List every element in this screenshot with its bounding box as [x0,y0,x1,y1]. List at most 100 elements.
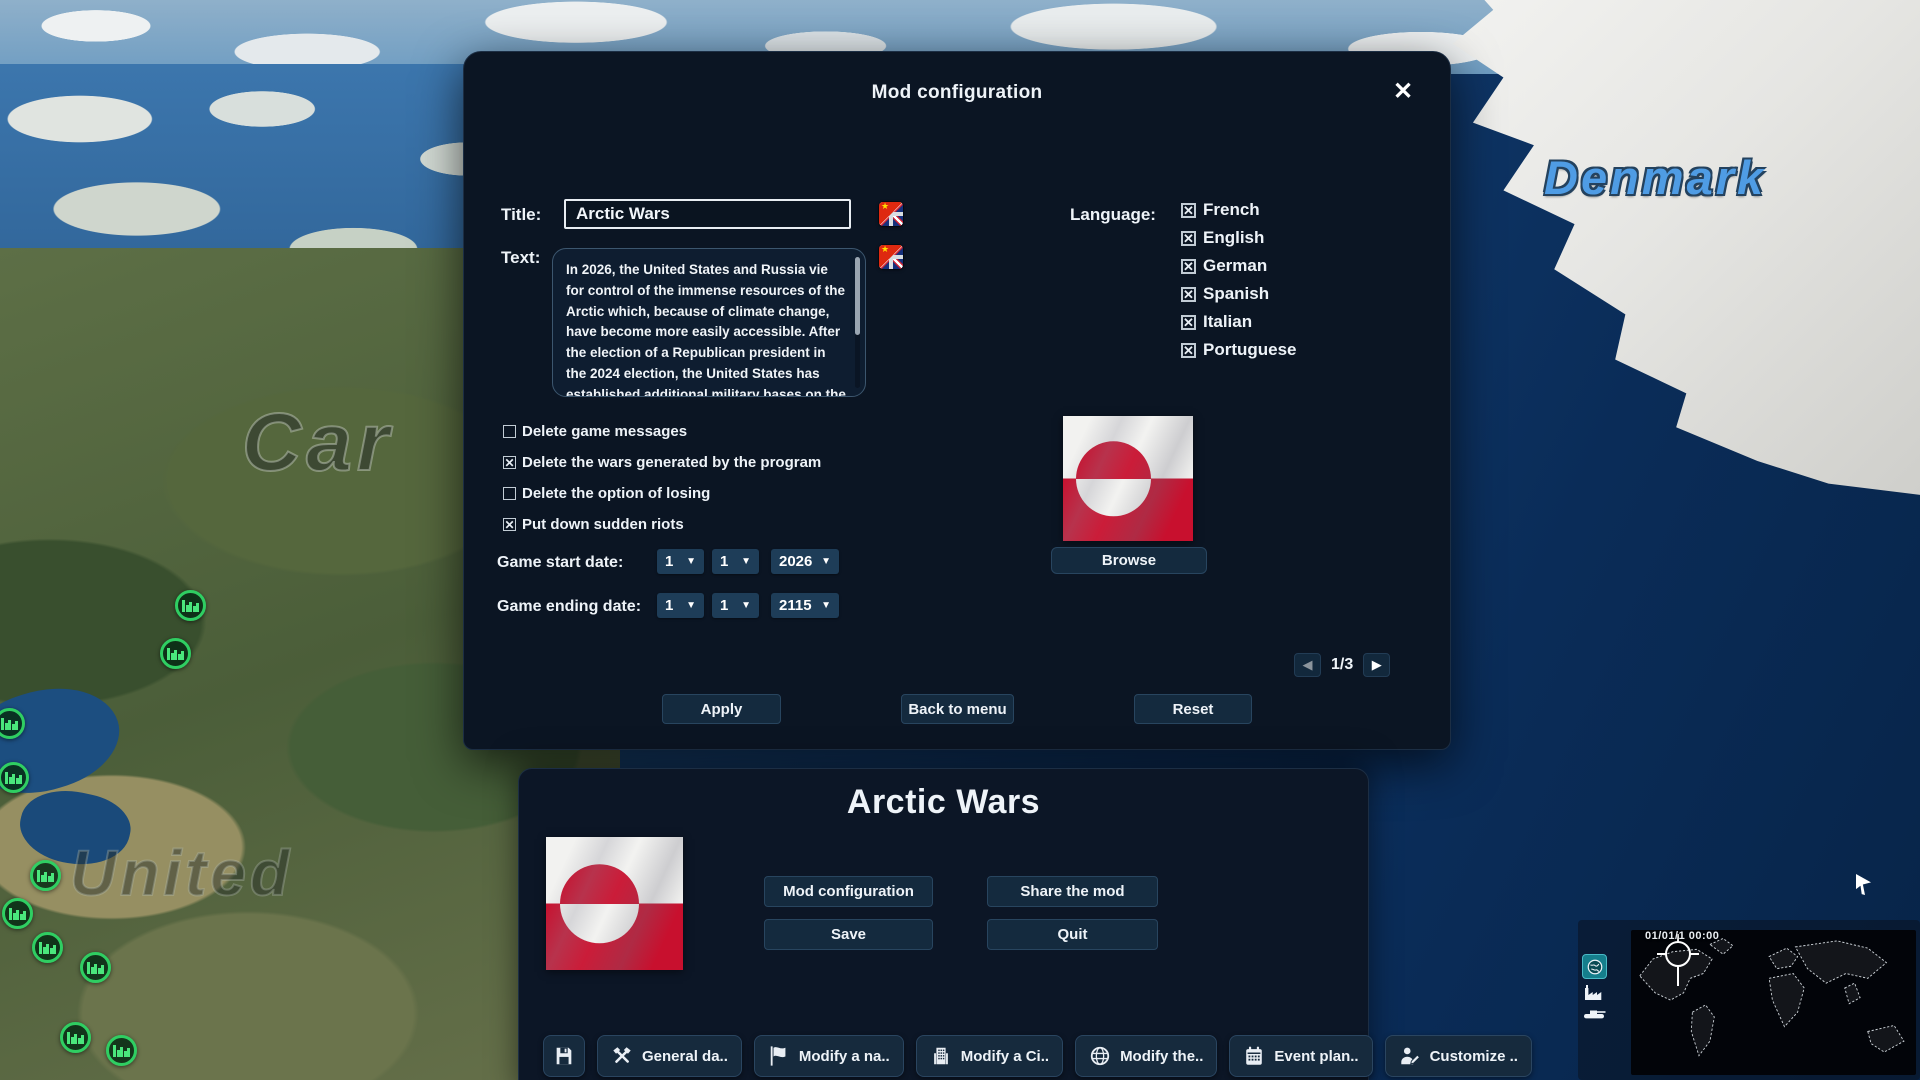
checkbox-icon [503,425,516,438]
dialog-title: Mod configuration [464,82,1450,104]
factory-icon[interactable] [1582,984,1606,1001]
language-checkbox-spanish[interactable]: Spanish [1181,280,1297,308]
checkbox-icon [503,518,516,531]
language-checkbox-french[interactable]: French [1181,196,1297,224]
greenland-flag [546,837,683,970]
language-option-label: English [1203,228,1264,248]
china-star-icon: ★ [881,202,889,212]
checkbox-icon [503,487,516,500]
customize-button[interactable]: Customize .. [1385,1035,1532,1077]
title-field-label: Title: [501,205,541,225]
china-star-icon: ★ [881,245,889,255]
greenland-flag [1063,416,1193,541]
language-option-label: French [1203,200,1260,220]
translation-flag-icon[interactable]: ★ [879,202,903,226]
city-buildings-icon[interactable] [80,952,111,983]
reset-button[interactable]: Reset [1134,694,1252,724]
mod-menu-panel: Arctic Wars Mod configuration Share the … [518,768,1369,1080]
city-buildings-icon[interactable] [30,860,61,891]
apply-button[interactable]: Apply [662,694,781,724]
description-textarea[interactable]: In 2026, the United States and Russia vi… [552,248,866,397]
option-delete-wars[interactable]: Delete the wars generated by the program [503,447,821,478]
game-screen: Car Denmark United Mod configuration ✕ T… [0,0,1920,1080]
language-checkbox-english[interactable]: English [1181,224,1297,252]
scrollbar-thumb[interactable] [855,257,860,335]
map-label-united-states: United [70,836,293,910]
save-button[interactable]: Save [764,919,933,950]
general-data-button[interactable]: General da.. [597,1035,742,1077]
quit-button[interactable]: Quit [987,919,1158,950]
language-checkbox-german[interactable]: German [1181,252,1297,280]
calendar-icon [1243,1045,1265,1067]
language-option-label: Spanish [1203,284,1269,304]
city-buildings-icon[interactable] [2,898,33,929]
option-delete-game-messages[interactable]: Delete game messages [503,416,821,447]
mouse-cursor-icon [1856,874,1871,895]
chevron-down-icon: ▼ [741,600,751,611]
globe-icon [1586,958,1604,976]
start-day-dropdown[interactable]: 1 ▼ [657,549,704,574]
chevron-down-icon: ▼ [741,556,751,567]
checkbox-icon [1181,203,1196,218]
end-month-dropdown[interactable]: 1 ▼ [712,593,759,618]
modify-city-button[interactable]: Modify a Ci.. [916,1035,1063,1077]
option-label: Put down sudden riots [522,516,684,533]
language-checkbox-portuguese[interactable]: Portuguese [1181,336,1297,364]
person-edit-icon [1399,1045,1421,1067]
chevron-down-icon: ▼ [821,600,831,611]
previous-page-icon[interactable]: ◀ [1294,653,1321,677]
title-input[interactable] [564,199,851,229]
minimap-world[interactable]: 01/01/1 00:00 [1631,930,1916,1075]
city-buildings-icon[interactable] [160,638,191,669]
globe-icon[interactable] [1582,954,1607,979]
language-label: Language: [1070,205,1156,225]
description-text: In 2026, the United States and Russia vi… [566,262,846,397]
share-the-mod-button[interactable]: Share the mod [987,876,1158,907]
language-option-label: Italian [1203,312,1252,332]
toolbar-button-label: Modify a na.. [799,1048,890,1065]
game-datetime: 01/01/1 00:00 [1645,930,1719,942]
dropdown-value: 1 [665,553,673,570]
modify-nation-button[interactable]: Modify a na.. [754,1035,904,1077]
page-navigation: ◀ 1/3 ▶ [1294,653,1390,677]
city-buildings-icon[interactable] [32,932,63,963]
chevron-down-icon: ▼ [686,556,696,567]
map-label-denmark: Denmark [1544,150,1766,205]
save-mod-button[interactable] [543,1035,585,1077]
mod-configuration-button[interactable]: Mod configuration [764,876,933,907]
browse-button[interactable]: Browse [1051,547,1207,574]
modify-world-button[interactable]: Modify the.. [1075,1035,1217,1077]
option-delete-losing[interactable]: Delete the option of losing [503,478,821,509]
end-year-dropdown[interactable]: 2115 ▼ [771,593,839,618]
translation-flag-icon[interactable]: ★ [879,245,903,269]
checkbox-icon [1181,315,1196,330]
city-buildings-icon[interactable] [106,1035,137,1066]
start-year-dropdown[interactable]: 2026 ▼ [771,549,839,574]
start-date-label: Game start date: [497,554,623,572]
city-buildings-icon[interactable] [60,1022,91,1053]
end-date-label: Game ending date: [497,598,641,616]
floppy-save-icon [553,1045,575,1067]
dropdown-value: 2026 [779,553,812,570]
language-checkbox-italian[interactable]: Italian [1181,308,1297,336]
chevron-down-icon: ▼ [821,556,831,567]
mod-title: Arctic Wars [519,783,1368,822]
tank-icon[interactable] [1582,1006,1608,1019]
end-day-dropdown[interactable]: 1 ▼ [657,593,704,618]
dropdown-value: 1 [720,553,728,570]
checkbox-icon [1181,259,1196,274]
dropdown-value: 2115 [779,597,812,614]
dropdown-value: 1 [720,597,728,614]
map-label-canada: Car [242,396,394,490]
event-planner-button[interactable]: Event plan.. [1229,1035,1372,1077]
close-icon[interactable]: ✕ [1386,74,1420,108]
back-to-menu-button[interactable]: Back to menu [901,694,1014,724]
start-month-dropdown[interactable]: 1 ▼ [712,549,759,574]
minimap-panel: 01/01/1 00:00 [1578,920,1920,1080]
language-option-label: Portuguese [1203,340,1297,360]
next-page-icon[interactable]: ▶ [1363,653,1390,677]
option-put-down-riots[interactable]: Put down sudden riots [503,509,821,540]
text-field-label: Text: [501,248,540,268]
city-buildings-icon[interactable] [175,590,206,621]
toolbar-button-label: Modify the.. [1120,1048,1203,1065]
